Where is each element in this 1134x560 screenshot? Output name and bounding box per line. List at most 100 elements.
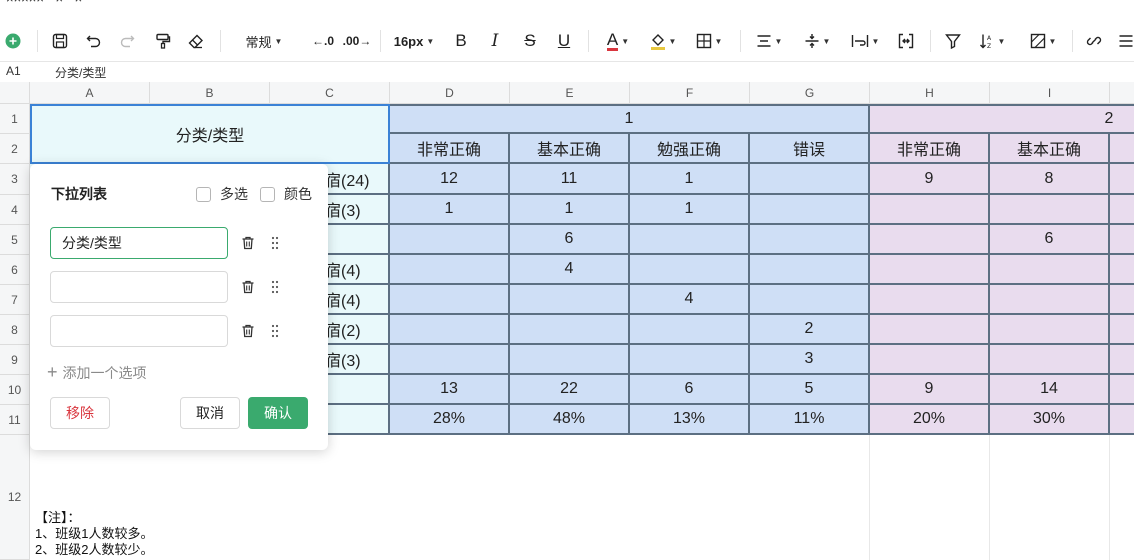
text-wrap-icon[interactable]: ▼ (848, 28, 882, 54)
table-cell[interactable] (750, 225, 870, 255)
table-cell[interactable]: 6 (990, 225, 1110, 255)
sort-icon[interactable]: A Z ▼ (975, 28, 1009, 54)
drag-handle-icon[interactable] (270, 280, 280, 294)
sub-header-cell[interactable]: 基本正确 (510, 134, 630, 164)
select-all-corner[interactable] (0, 82, 30, 104)
decrease-decimal-icon[interactable]: ←.0 (310, 28, 336, 54)
trash-icon[interactable] (241, 280, 255, 294)
strikethrough-icon[interactable]: S (520, 28, 540, 54)
row-header-7[interactable]: 7 (0, 285, 30, 315)
underline-icon[interactable]: U (554, 28, 574, 54)
table-cell[interactable]: 48% (510, 405, 630, 435)
option-input[interactable] (50, 271, 228, 303)
table-cell[interactable] (870, 315, 990, 345)
remove-button[interactable]: 移除 (50, 397, 110, 429)
table-cell[interactable] (750, 285, 870, 315)
trash-icon[interactable] (241, 324, 255, 338)
sub-header-cell[interactable]: 非常正确 (870, 134, 990, 164)
filter-icon[interactable] (943, 28, 963, 54)
table-cell[interactable] (510, 285, 630, 315)
cancel-button[interactable]: 取消 (180, 397, 240, 429)
table-cell[interactable]: 8 (990, 164, 1110, 195)
group-header-2[interactable]: 2 (870, 104, 1134, 134)
row-header-10[interactable]: 10 (0, 375, 30, 405)
confirm-button[interactable]: 确认 (248, 397, 308, 429)
number-format-dropdown[interactable]: 常规 ▼ (243, 28, 285, 54)
table-cell[interactable] (1110, 345, 1134, 375)
table-cell[interactable] (750, 164, 870, 195)
column-header-g[interactable]: G (750, 82, 870, 104)
table-cell[interactable] (1110, 225, 1134, 255)
table-cell[interactable]: 12 (390, 164, 510, 195)
merge-cells-icon[interactable] (896, 28, 916, 54)
more-icon[interactable] (1118, 28, 1134, 54)
table-cell[interactable]: 14 (990, 375, 1110, 405)
table-cell[interactable] (870, 285, 990, 315)
table-cell[interactable]: 6 (630, 375, 750, 405)
row-header-2[interactable]: 2 (0, 134, 30, 164)
link-icon[interactable] (1084, 28, 1104, 54)
font-size-dropdown[interactable]: 16px ▼ (392, 28, 436, 54)
table-cell[interactable] (630, 315, 750, 345)
multi-select-checkbox[interactable]: 多选 (196, 184, 248, 204)
table-cell[interactable]: 4 (630, 285, 750, 315)
column-header-j[interactable] (1110, 82, 1134, 104)
table-cell[interactable]: 2 (750, 315, 870, 345)
table-cell[interactable]: 13% (630, 405, 750, 435)
save-icon[interactable] (50, 28, 70, 54)
table-cell[interactable]: 1 (630, 164, 750, 195)
eraser-icon[interactable] (186, 28, 206, 54)
table-cell[interactable]: 28% (390, 405, 510, 435)
row-header-5[interactable]: 5 (0, 225, 30, 255)
table-cell[interactable] (1110, 195, 1134, 225)
table-cell[interactable]: 20% (870, 405, 990, 435)
table-cell[interactable] (990, 255, 1110, 285)
table-cell[interactable] (870, 345, 990, 375)
row-header-12[interactable]: 12 (0, 435, 30, 560)
table-cell[interactable]: 22 (510, 375, 630, 405)
sub-header-cell[interactable]: 勉强正确 (630, 134, 750, 164)
add-circle-icon[interactable] (4, 28, 22, 54)
undo-icon[interactable] (84, 28, 104, 54)
trash-icon[interactable] (241, 236, 255, 250)
row-header-3[interactable]: 3 (0, 164, 30, 195)
checkbox-icon[interactable] (260, 186, 275, 202)
table-cell[interactable] (390, 225, 510, 255)
sub-header-cell[interactable] (1110, 134, 1134, 164)
table-cell[interactable]: 1 (390, 195, 510, 225)
conditional-format-icon[interactable]: ▼ (1025, 28, 1061, 54)
table-cell[interactable] (990, 345, 1110, 375)
column-header-e[interactable]: E (510, 82, 630, 104)
column-header-i[interactable]: I (990, 82, 1110, 104)
increase-decimal-icon[interactable]: .00→ (343, 28, 372, 54)
table-cell[interactable] (630, 345, 750, 375)
table-cell[interactable] (870, 195, 990, 225)
fill-color-icon[interactable]: ▼ (645, 28, 681, 54)
table-cell[interactable] (630, 225, 750, 255)
checkbox-icon[interactable] (196, 186, 211, 202)
cell-reference[interactable]: A1 (6, 64, 21, 78)
table-cell[interactable]: 4 (510, 255, 630, 285)
row-header-4[interactable]: 4 (0, 195, 30, 225)
table-cell[interactable] (390, 315, 510, 345)
table-cell[interactable] (990, 315, 1110, 345)
column-header-b[interactable]: B (150, 82, 270, 104)
vertical-align-icon[interactable]: ▼ (800, 28, 834, 54)
table-cell[interactable] (1110, 375, 1134, 405)
table-cell[interactable] (750, 255, 870, 285)
table-cell[interactable]: 13 (390, 375, 510, 405)
sub-header-cell[interactable]: 错误 (750, 134, 870, 164)
table-cell[interactable] (390, 255, 510, 285)
add-option-button[interactable]: + 添加一个选项 (47, 362, 147, 383)
table-cell[interactable] (630, 255, 750, 285)
font-color-icon[interactable]: A ▼ (600, 28, 636, 54)
table-cell[interactable]: 9 (870, 375, 990, 405)
italic-icon[interactable]: I (485, 28, 505, 54)
sub-header-cell[interactable]: 非常正确 (390, 134, 510, 164)
drag-handle-icon[interactable] (270, 324, 280, 338)
sub-header-cell[interactable]: 基本正确 (990, 134, 1110, 164)
option-input[interactable]: 分类/类型 (50, 227, 228, 259)
row-header-9[interactable]: 9 (0, 345, 30, 375)
table-cell[interactable] (390, 285, 510, 315)
formula-content[interactable]: 分类/类型 (55, 64, 106, 81)
